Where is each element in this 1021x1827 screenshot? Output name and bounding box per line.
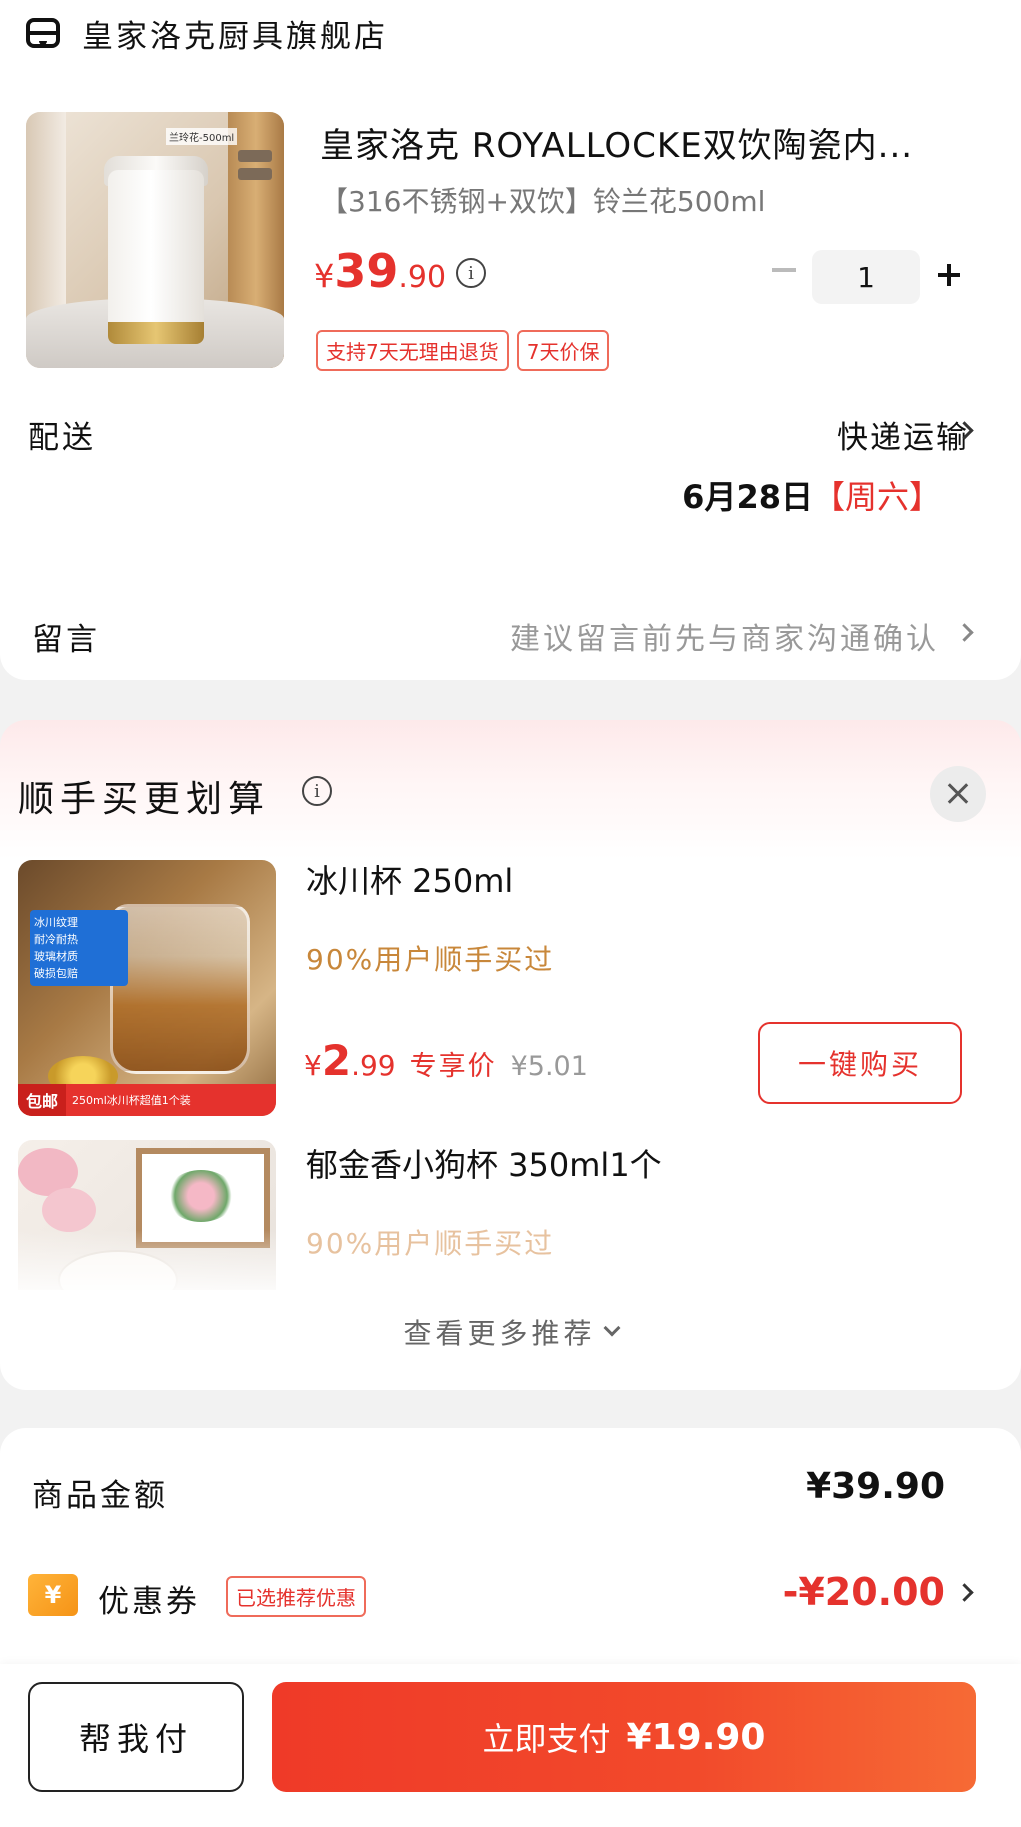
- product-image-cup-base: [108, 322, 204, 344]
- recommend-item-image[interactable]: 冰川纹理 耐冷耐热 玻璃材质 破损包赔 包邮 250ml冰川杯超值1个装: [18, 860, 276, 1116]
- image-badge: 玻璃材质: [34, 950, 78, 963]
- chevron-down-icon: [603, 1319, 620, 1337]
- pay-now-label: 立即支付: [482, 1720, 611, 1758]
- price-decimal: .99: [351, 1049, 396, 1082]
- fade-overlay: [18, 1230, 318, 1300]
- view-more-recommend-link[interactable]: 查看更多推荐: [0, 1312, 1021, 1352]
- product-price: ¥ 39 .90: [314, 244, 446, 298]
- delivery-label: 配送: [28, 420, 96, 456]
- price-integer: 39: [334, 244, 399, 298]
- free-shipping-badge: 包邮: [18, 1084, 67, 1116]
- image-footer: 包邮 250ml冰川杯超值1个装: [18, 1084, 276, 1116]
- coupon-selected-tag: 已选推荐优惠: [226, 1576, 366, 1617]
- card-art-graphic: [166, 1170, 236, 1222]
- product-image-tag-strip: [238, 150, 272, 162]
- glass-cup-graphic: [110, 904, 250, 1074]
- subtotal-value: ¥39.90: [806, 1466, 945, 1507]
- product-image-cup: [108, 170, 204, 340]
- coupon-icon: ¥: [28, 1574, 78, 1616]
- pay-amount: ¥19.90: [626, 1716, 766, 1758]
- price-info-icon[interactable]: i: [456, 258, 486, 288]
- exclusive-price-label: 专享价: [409, 1051, 497, 1082]
- service-tag-return: 支持7天无理由退货: [316, 330, 509, 371]
- image-footer-text: 250ml冰川杯超值1个装: [72, 1094, 191, 1107]
- recommend-item-name[interactable]: 冰川杯 250ml: [306, 856, 513, 902]
- price-integer: 2: [321, 1036, 352, 1085]
- quantity-increase-button[interactable]: [934, 260, 964, 290]
- recommend-item-name[interactable]: 郁金香小狗杯 350ml1个: [306, 1140, 662, 1186]
- tulip-graphic: [42, 1188, 96, 1232]
- image-badge: 冰川纹理: [34, 916, 78, 929]
- image-badge: 破损包赔: [34, 967, 78, 980]
- store-icon: [26, 18, 60, 48]
- recommend-title: 顺手买更划算: [18, 779, 271, 820]
- recommend-item-stat: 90%用户顺手买过: [306, 943, 555, 976]
- original-price: ¥5.01: [510, 1051, 588, 1082]
- one-click-buy-button[interactable]: 一键购买: [758, 1022, 962, 1104]
- product-image-tag-strip: [238, 168, 272, 180]
- store-header[interactable]: 皇家洛克厨具旗舰店: [26, 8, 388, 58]
- recommend-close-button[interactable]: [930, 766, 986, 822]
- recommend-price-group: ¥ 2 .99: [304, 1036, 396, 1085]
- delivery-date: 6月28日【周六】: [682, 472, 941, 518]
- recommend-item-price: ¥ 2 .99 专享价 ¥5.01: [304, 1036, 588, 1085]
- delivery-method[interactable]: 快递运输: [837, 412, 969, 457]
- quantity-decrease-button[interactable]: [772, 268, 796, 272]
- service-tag-price-protect: 7天价保: [516, 330, 610, 371]
- message-label: 留言: [32, 622, 100, 658]
- delivery-date-text: 6月28日: [682, 478, 813, 516]
- image-badge: 耐冷耐热: [34, 933, 78, 946]
- recommend-info-icon[interactable]: i: [302, 776, 332, 806]
- price-decimal: .90: [398, 260, 447, 295]
- quantity-input[interactable]: 1: [812, 250, 920, 304]
- price-currency: ¥: [314, 257, 335, 295]
- product-title[interactable]: 皇家洛克 ROYALLOCKE双饮陶瓷内...: [320, 118, 960, 167]
- subtotal-label: 商品金额: [32, 1478, 168, 1514]
- coupon-value[interactable]: -¥20.00: [783, 1570, 945, 1614]
- coupon-label: 优惠券: [98, 1584, 200, 1620]
- product-image[interactable]: 兰玲花-500ml: [26, 112, 284, 368]
- service-tags: 支持7天无理由退货 7天价保: [316, 330, 610, 371]
- view-more-label: 查看更多推荐: [403, 1317, 596, 1350]
- image-badge-list: 冰川纹理 耐冷耐热 玻璃材质 破损包赔: [30, 910, 128, 986]
- message-input[interactable]: 建议留言前先与商家沟通确认: [510, 614, 939, 658]
- recommend-item-stat: 90%用户顺手买过: [306, 1227, 555, 1260]
- product-spec[interactable]: 【316不锈钢+双饮】铃兰花500ml: [320, 180, 765, 220]
- product-image-tag: 兰玲花-500ml: [166, 128, 238, 145]
- pay-now-button[interactable]: 立即支付 ¥19.90: [272, 1682, 976, 1792]
- store-name: 皇家洛克厨具旗舰店: [82, 18, 388, 55]
- price-currency: ¥: [304, 1049, 322, 1082]
- help-me-pay-button[interactable]: 帮我付: [28, 1682, 244, 1792]
- delivery-weekday: 【周六】: [812, 478, 941, 516]
